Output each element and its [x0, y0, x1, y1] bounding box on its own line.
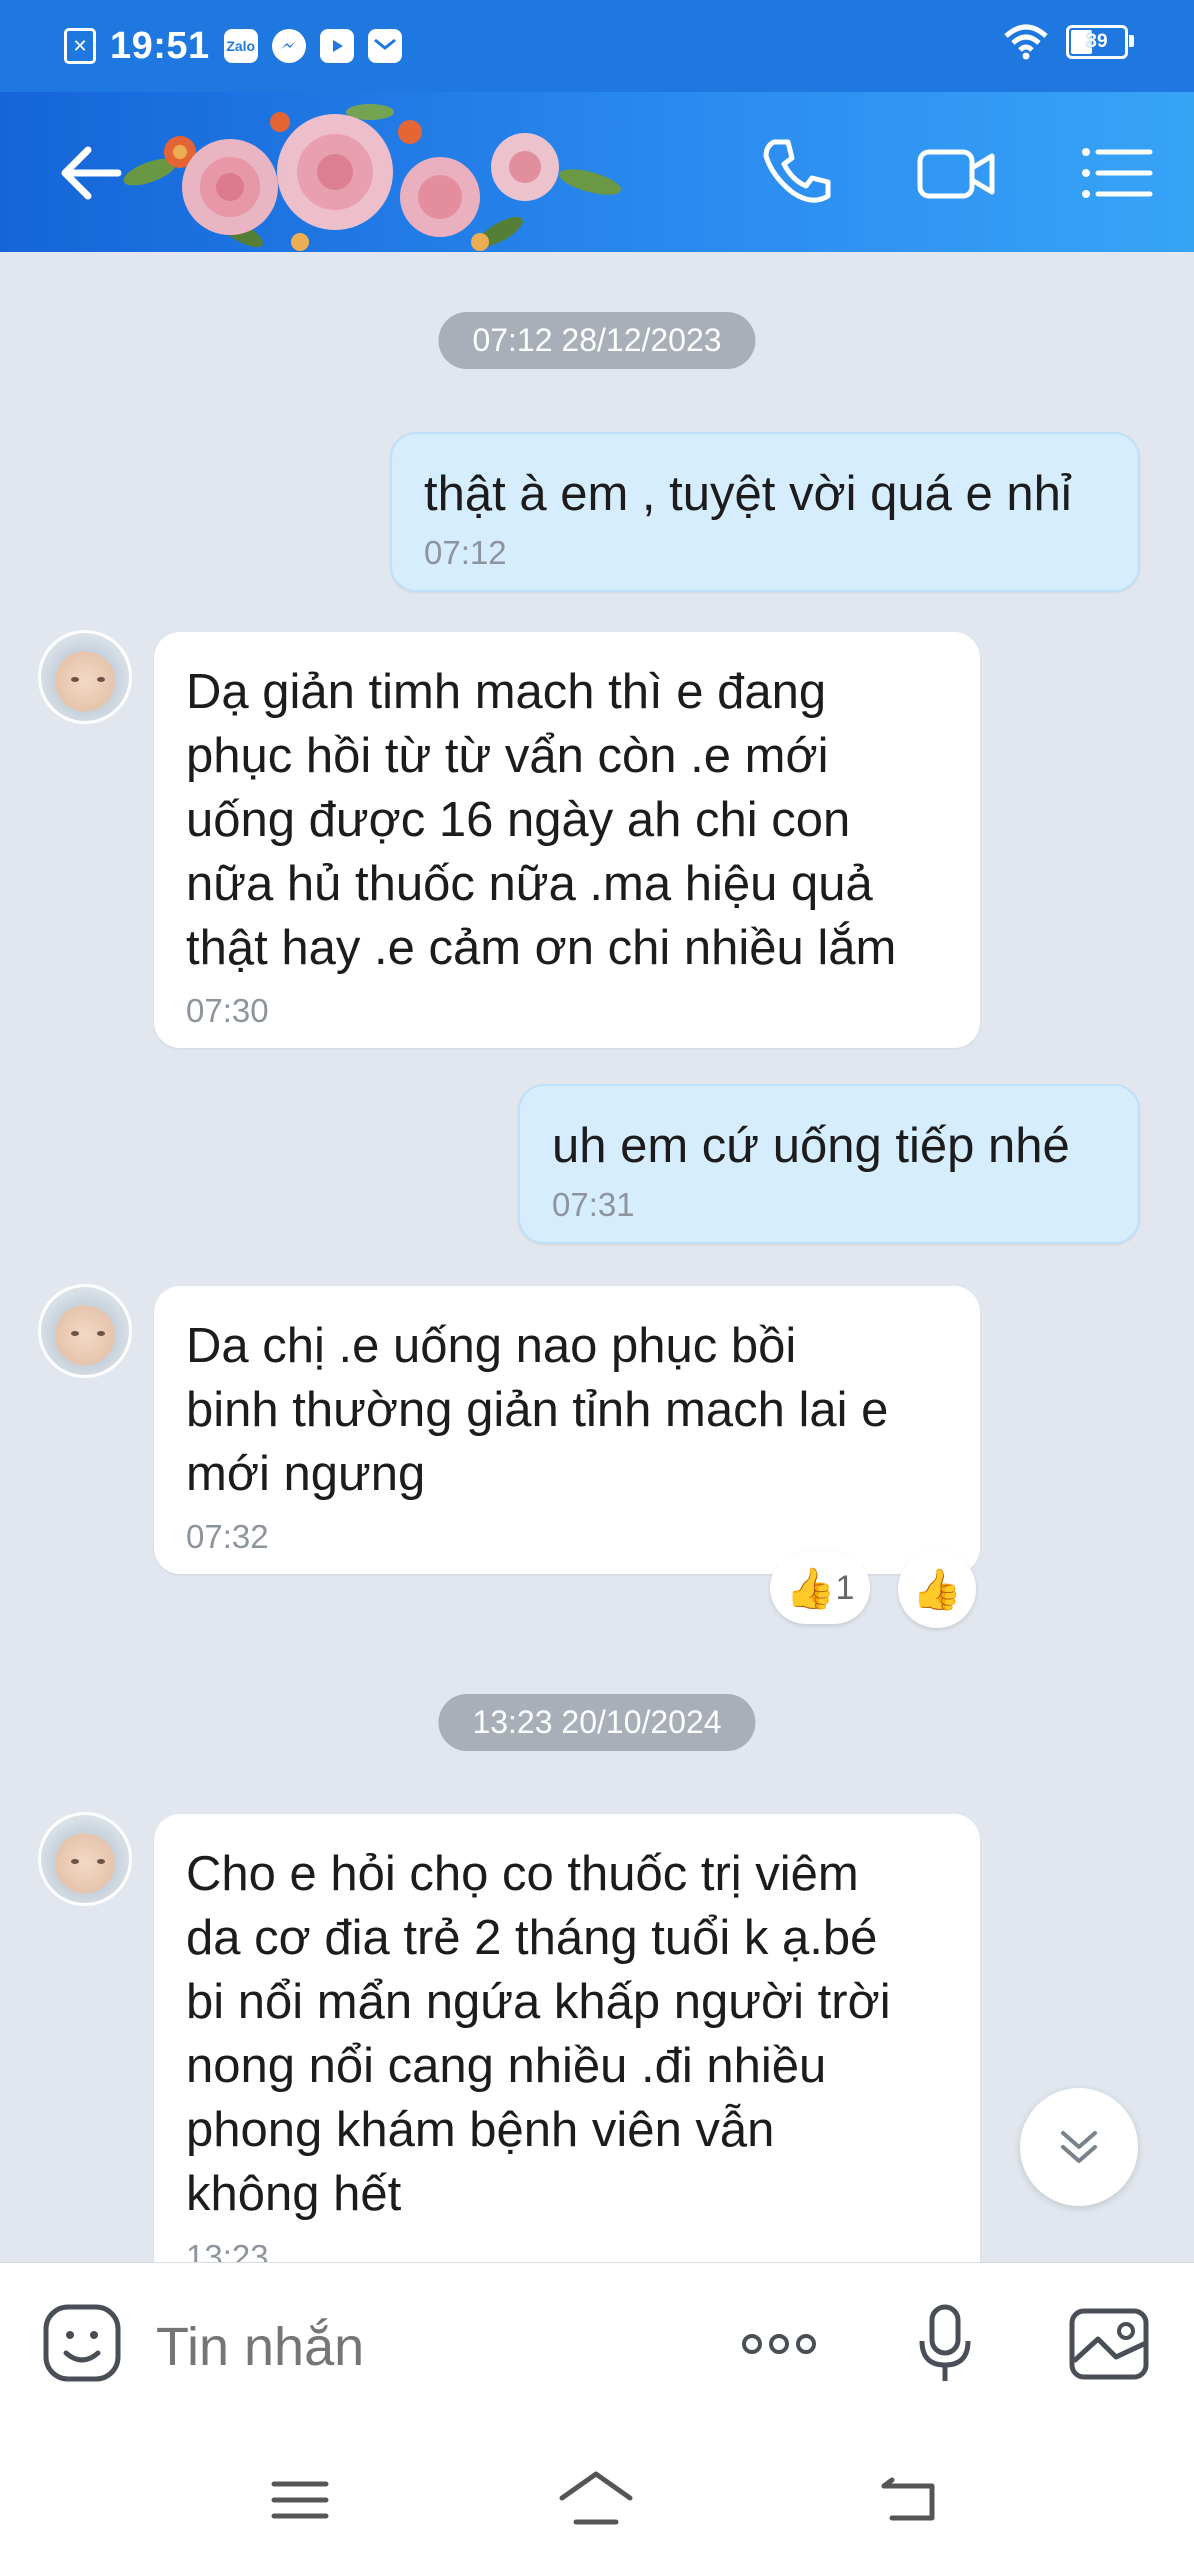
close-box-icon: ✕	[64, 28, 96, 64]
message-composer	[0, 2262, 1194, 2429]
message-time: 07:32	[186, 1518, 269, 1555]
battery-icon: 39	[1066, 25, 1134, 59]
image-picker-button[interactable]	[1064, 2299, 1154, 2389]
messenger-icon	[271, 29, 306, 63]
more-dots-icon	[742, 2334, 816, 2354]
date-separator: 07:12 28/12/2023	[438, 312, 756, 369]
thumbs-up-icon: 👍	[912, 1567, 962, 1612]
sticker-smile-icon	[43, 2304, 121, 2382]
reaction-count: 1	[835, 1568, 855, 1607]
message-time: 13:23	[186, 2238, 269, 2262]
zalo-icon: Zalo	[223, 29, 258, 63]
menu-icon	[271, 2481, 329, 2519]
reaction-summary[interactable]: 👍 1	[770, 1552, 870, 1624]
message-input[interactable]	[154, 2315, 678, 2379]
message-text: Da chị .e uống nao phục bồi binh thường …	[186, 1319, 889, 1501]
avatar[interactable]	[38, 1812, 132, 1906]
menu-button[interactable]	[1070, 128, 1160, 218]
message-list[interactable]: 07:12 28/12/2023 thật à em , tuyệt vời q…	[0, 252, 1194, 2262]
double-chevron-down-icon	[1061, 2131, 1097, 2163]
more-options-button[interactable]	[734, 2299, 824, 2389]
flower-decoration	[123, 104, 622, 251]
image-gallery-icon	[1069, 2308, 1149, 2380]
message-time: 07:30	[186, 992, 269, 1029]
video-call-icon	[917, 149, 995, 199]
menu-list-icon	[1082, 148, 1153, 198]
message-outgoing[interactable]: uh em cứ uống tiếp nhé 07:31	[518, 1084, 1140, 1244]
message-incoming[interactable]: Da chị .e uống nao phục bồi binh thường …	[154, 1286, 980, 1574]
message-text: uh em cứ uống tiếp nhé	[552, 1119, 1070, 1173]
message-text: Dạ giản timh mach thì e đang phục hồi từ…	[186, 665, 897, 975]
home-button[interactable]	[556, 2460, 636, 2540]
voice-record-button[interactable]	[900, 2299, 990, 2389]
status-time: 19:51	[110, 24, 210, 67]
message-text: thật à em , tuyệt vời quá e nhỉ	[424, 467, 1072, 521]
wifi-icon	[1004, 24, 1048, 60]
battery-level: 39	[1086, 31, 1108, 52]
message-incoming[interactable]: Cho e hỏi chọ co thuốc trị viêm da cơ đi…	[154, 1814, 980, 2262]
react-button[interactable]: 👍	[898, 1550, 976, 1628]
avatar[interactable]	[38, 630, 132, 724]
scroll-to-bottom-button[interactable]	[1020, 2088, 1138, 2206]
microphone-icon	[919, 2304, 971, 2381]
chat-header	[0, 92, 1194, 252]
home-icon	[559, 2471, 633, 2525]
back-nav-button[interactable]	[870, 2460, 950, 2540]
message-incoming[interactable]: Dạ giản timh mach thì e đang phục hồi từ…	[154, 632, 980, 1048]
status-bar: ✕ 19:51 Zalo 39	[0, 0, 1194, 92]
recent-apps-button[interactable]	[260, 2460, 340, 2540]
call-button[interactable]	[752, 128, 842, 218]
mail-icon	[367, 29, 402, 63]
video-call-button[interactable]	[912, 128, 1002, 218]
message-outgoing[interactable]: thật à em , tuyệt vời quá e nhỉ 07:12	[390, 432, 1140, 592]
message-time: 07:31	[552, 1186, 635, 1223]
date-separator: 13:23 20/10/2024	[438, 1694, 756, 1751]
youtube-icon	[319, 29, 354, 63]
sticker-button[interactable]	[38, 2299, 128, 2389]
message-text: Cho e hỏi chọ co thuốc trị viêm da cơ đi…	[186, 1847, 891, 2221]
phone-icon	[763, 139, 831, 203]
message-time: 07:12	[424, 534, 507, 571]
avatar[interactable]	[38, 1284, 132, 1378]
system-nav-bar	[0, 2428, 1194, 2560]
back-nav-icon	[881, 2477, 935, 2521]
thumbs-up-icon: 👍	[785, 1566, 836, 1611]
